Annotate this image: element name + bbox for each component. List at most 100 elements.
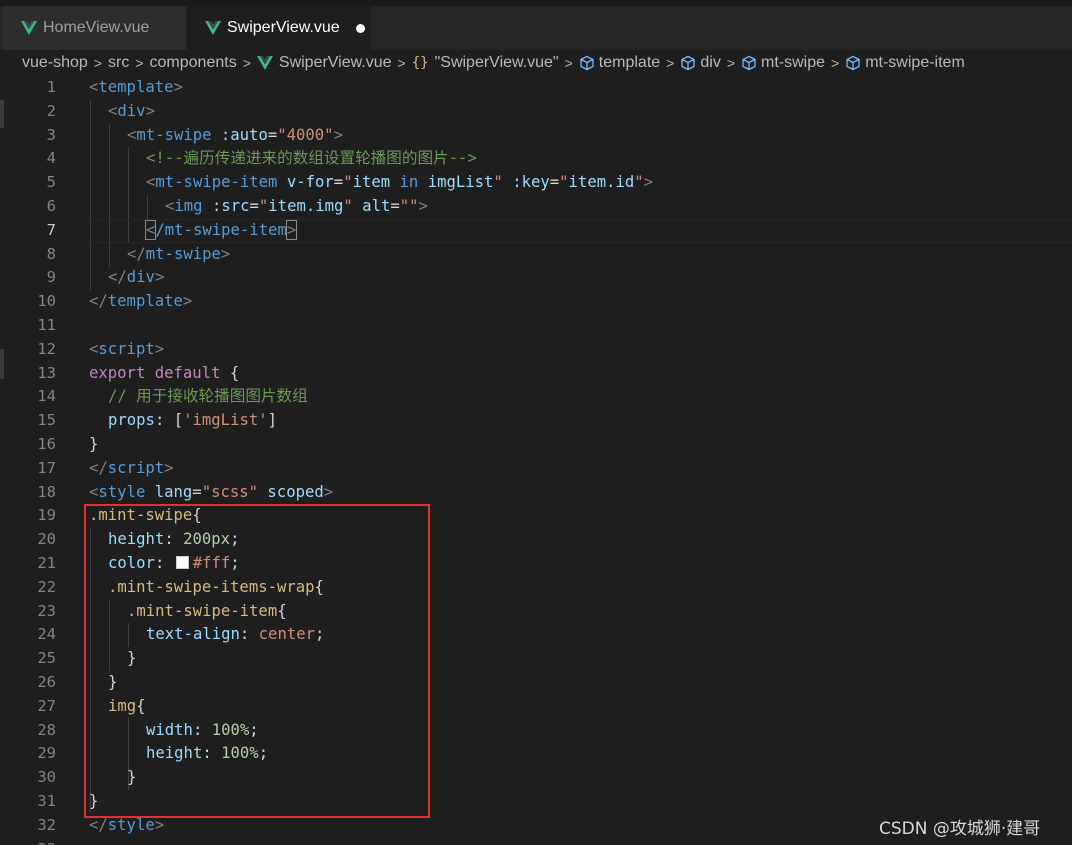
unsaved-changes-dot-icon[interactable] xyxy=(355,23,365,33)
code-line: 10 </template> xyxy=(0,290,1072,314)
breadcrumb-mt-swipe-item[interactable]: mt-swipe-item xyxy=(845,54,965,72)
code-text[interactable]: color: #fff; xyxy=(108,552,240,576)
breadcrumb-object[interactable]: {} "SwiperView.vue" xyxy=(412,54,559,72)
code-line: 1 <template> xyxy=(0,76,1072,100)
code-line: 31 } xyxy=(0,790,1072,814)
code-text[interactable]: img{ xyxy=(108,695,146,719)
code-token: height xyxy=(146,744,203,763)
breadcrumb-file[interactable]: SwiperView.vue xyxy=(256,54,392,72)
code-token: img xyxy=(174,197,203,215)
breadcrumb-div[interactable]: div xyxy=(680,54,721,72)
code-text[interactable]: <img :src="item.img" alt=""> xyxy=(165,195,428,219)
code-token: </ xyxy=(89,458,108,477)
code-line: 2 <div> xyxy=(0,100,1072,124)
code-token: > xyxy=(323,482,334,501)
code-text[interactable]: <!--遍历传递进来的数组设置轮播图的图片--> xyxy=(146,147,477,171)
code-text[interactable]: </div> xyxy=(108,266,164,290)
code-token: mt-swipe xyxy=(136,125,212,144)
code-line: 20 height: 200px; xyxy=(0,528,1072,552)
code-line-current: 7 </mt-swipe-item> xyxy=(0,218,1072,243)
line-number: 27 xyxy=(37,696,56,715)
code-text[interactable]: </script> xyxy=(89,457,174,481)
code-token: mt-swipe xyxy=(145,244,221,263)
code-text[interactable]: <div> xyxy=(108,100,155,124)
code-token: </ xyxy=(89,815,108,834)
chevron-right-icon: > xyxy=(666,55,675,71)
code-token: < xyxy=(165,197,175,215)
code-text[interactable]: height: 200px; xyxy=(108,528,239,552)
chevron-right-icon: > xyxy=(93,55,103,71)
vue-logo-icon xyxy=(205,21,221,35)
code-text[interactable]: .mint-swipe-item{ xyxy=(127,600,287,624)
code-token: = xyxy=(333,173,344,192)
breadcrumb-project[interactable]: vue-shop xyxy=(22,54,88,72)
code-token: } xyxy=(127,768,137,787)
code-token: < xyxy=(89,78,99,96)
code-token: default xyxy=(154,363,221,382)
breadcrumb-template[interactable]: template xyxy=(579,54,660,72)
code-text[interactable]: </mt-swipe> xyxy=(127,243,230,267)
code-text[interactable]: .mint-swipe-items-wrap{ xyxy=(108,576,324,600)
tab-swiperview[interactable]: SwiperView.vue xyxy=(187,6,371,50)
code-text[interactable]: <mt-swipe :auto="4000"> xyxy=(127,124,343,148)
tab-label: HomeView.vue xyxy=(43,19,150,36)
code-text[interactable]: <mt-swipe-item v-for="item in imgList" :… xyxy=(146,171,653,195)
code-text[interactable]: <script> xyxy=(89,338,164,362)
line-number: 33 xyxy=(0,838,56,845)
code-token: = xyxy=(249,197,259,215)
line-number: 14 xyxy=(37,387,56,406)
code-text[interactable]: <style lang="scss" scoped> xyxy=(89,481,333,505)
code-token: 100% xyxy=(221,744,259,763)
breadcrumb-mt-swipe[interactable]: mt-swipe xyxy=(741,54,825,72)
code-text[interactable]: height: 100%; xyxy=(146,742,268,766)
code-text[interactable]: export default { xyxy=(89,362,239,386)
breadcrumb-src[interactable]: src xyxy=(108,54,129,72)
code-text[interactable]: </style> xyxy=(89,814,164,838)
code-token: ] xyxy=(267,411,278,430)
line-number: 28 xyxy=(37,720,56,739)
code-text[interactable]: </template> xyxy=(89,290,192,314)
code-text[interactable]: props: ['imgList'] xyxy=(108,409,277,433)
code-token: > xyxy=(154,339,165,358)
color-swatch-icon[interactable] xyxy=(175,556,189,569)
code-token: } xyxy=(127,649,137,668)
code-token: scoped xyxy=(258,482,324,501)
code-token: : xyxy=(202,744,222,763)
cube-icon xyxy=(742,55,756,71)
line-number: 15 xyxy=(37,411,56,430)
code-text[interactable]: } xyxy=(108,671,117,695)
code-token: { xyxy=(220,363,240,382)
code-text[interactable]: width: 100%; xyxy=(146,719,259,743)
code-token: lang xyxy=(145,482,193,501)
code-text[interactable]: text-align: center; xyxy=(146,623,324,647)
code-text[interactable]: } xyxy=(127,766,136,790)
code-editor[interactable]: 1 <template> 2 <div> 3 <mt-swipe :auto="… xyxy=(0,76,1072,845)
tab-homeview[interactable]: HomeView.vue xyxy=(3,6,185,50)
code-text[interactable]: } xyxy=(89,790,98,814)
code-token: img xyxy=(108,696,137,715)
code-token: = xyxy=(192,482,202,501)
code-token: style xyxy=(98,482,146,501)
code-text[interactable]: } xyxy=(89,433,98,457)
breadcrumb-components[interactable]: components xyxy=(150,54,237,72)
code-text[interactable]: } xyxy=(127,647,136,671)
code-text[interactable]: .mint-swipe{ xyxy=(89,504,202,528)
code-token: { xyxy=(277,601,287,620)
line-number: 25 xyxy=(37,649,56,668)
code-token: < xyxy=(89,482,99,501)
line-number: 18 xyxy=(37,482,56,501)
line-number: 26 xyxy=(37,673,56,691)
code-token: div xyxy=(117,101,146,120)
code-text[interactable]: // 用于接收轮播图图片数组 xyxy=(108,385,308,409)
line-number: 32 xyxy=(37,815,56,834)
code-token: = xyxy=(267,125,278,144)
line-number: 3 xyxy=(46,125,56,144)
breadcrumb-file-label: SwiperView.vue xyxy=(278,54,392,71)
line-number: 30 xyxy=(37,768,56,787)
code-token: ; xyxy=(258,744,269,763)
code-token: } xyxy=(89,792,99,810)
code-text[interactable]: <template> xyxy=(89,76,183,100)
code-text[interactable]: </mt-swipe-item> xyxy=(144,219,298,243)
code-line: 8 </mt-swipe> xyxy=(0,243,1072,267)
